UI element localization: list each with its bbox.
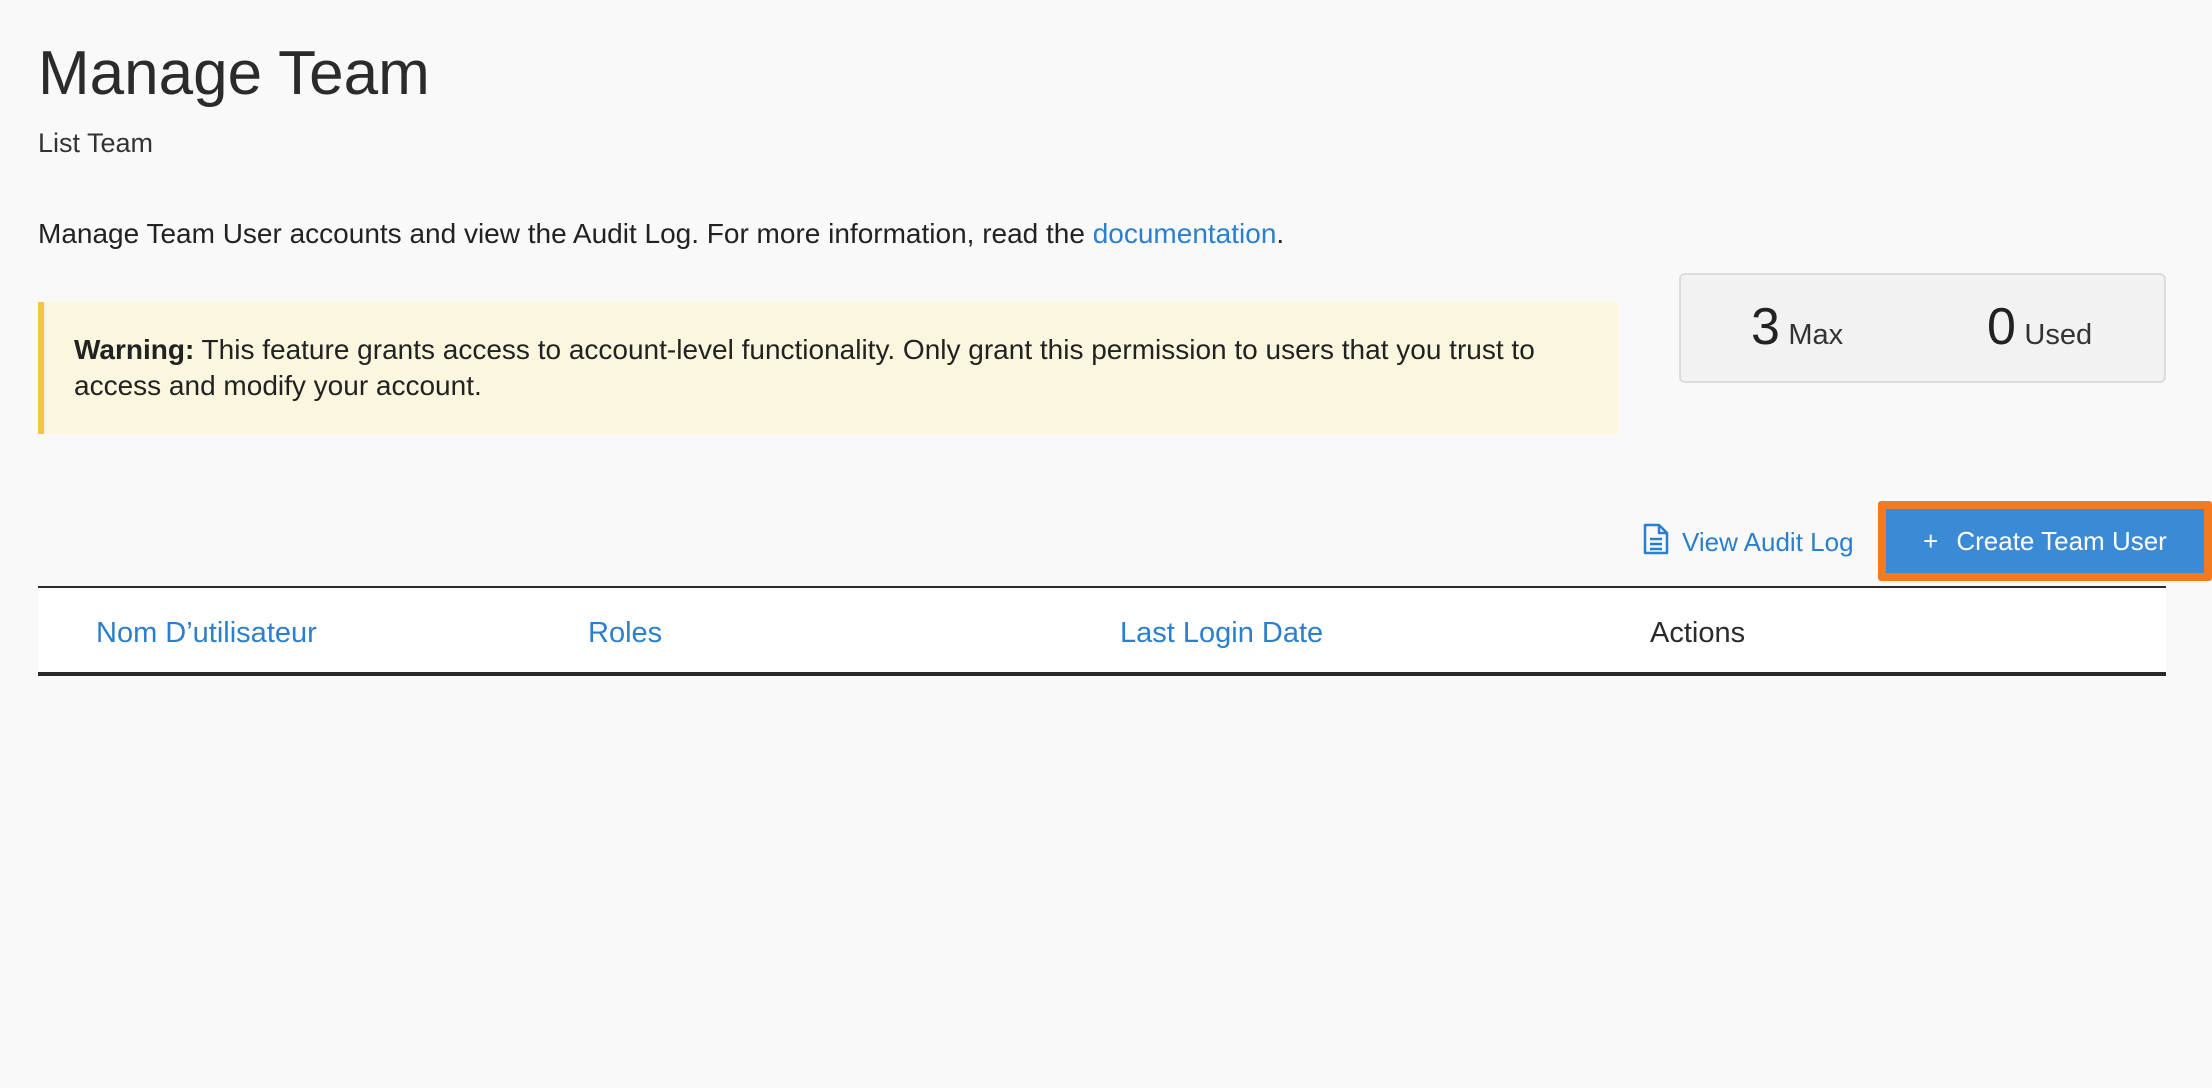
intro-text-before: Manage Team User accounts and view the A… <box>38 218 1093 249</box>
team-quota-box: 3 Max 0 Used <box>1679 273 2166 383</box>
page-subtitle: List Team <box>38 128 154 158</box>
quota-used: 0 Used <box>1987 297 2092 357</box>
manage-team-page: Manage Team List Team Manage Team User a… <box>38 0 2212 1088</box>
quota-max-label: Max <box>1788 319 1844 351</box>
intro-text: Manage Team User accounts and view the A… <box>38 216 1284 252</box>
create-team-user-label: Create Team User <box>1956 525 2167 556</box>
team-users-table: Nom D’utilisateur Roles Last Login Date … <box>38 586 2166 676</box>
quota-used-label: Used <box>2024 319 2093 351</box>
document-icon <box>1642 523 1682 562</box>
warning-label: Warning: <box>74 334 195 365</box>
quota-used-value: 0 <box>1987 298 2016 356</box>
column-header-last-login-date[interactable]: Last Login Date <box>1120 616 1323 650</box>
documentation-link[interactable]: documentation <box>1093 218 1277 249</box>
quota-max: 3 Max <box>1751 297 1843 357</box>
column-header-username[interactable]: Nom D’utilisateur <box>96 616 317 650</box>
quota-max-value: 3 <box>1751 298 1780 356</box>
view-audit-log-label: View Audit Log <box>1682 526 1854 557</box>
plus-icon: + <box>1923 525 1939 556</box>
page-title: Manage Team <box>38 39 430 108</box>
create-team-user-highlight: + Create Team User <box>1878 501 2212 581</box>
create-team-user-button[interactable]: + Create Team User <box>1886 509 2204 573</box>
column-header-roles[interactable]: Roles <box>588 616 662 650</box>
column-header-actions: Actions <box>1650 617 1746 649</box>
intro-text-after: . <box>1276 218 1285 249</box>
warning-alert: Warning: This feature grants access to a… <box>38 302 1618 434</box>
view-audit-log-link[interactable]: View Audit Log <box>1642 523 1854 562</box>
warning-text: This feature grants access to account-le… <box>74 334 1535 401</box>
